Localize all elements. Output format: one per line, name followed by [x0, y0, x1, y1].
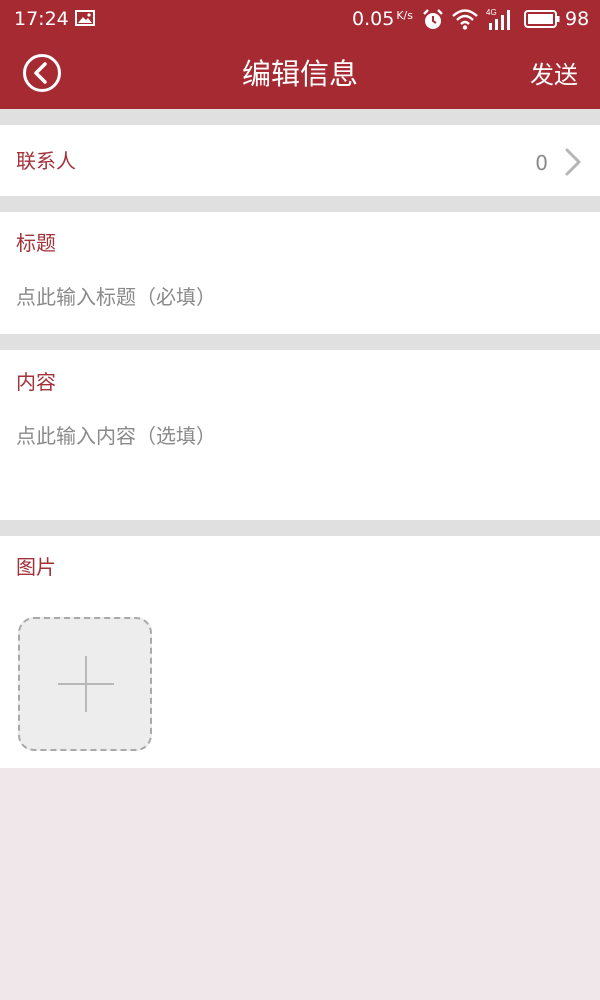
- chevron-right-icon: [565, 148, 581, 176]
- title-input[interactable]: 点此输入标题（必填）: [16, 284, 216, 310]
- content-input[interactable]: 点此输入内容（选填）: [16, 423, 216, 449]
- title-section: 标题 点此输入标题（必填）: [0, 212, 600, 334]
- battery-level: 98: [565, 8, 590, 30]
- alarm-icon: [423, 9, 443, 29]
- title-label: 标题: [16, 231, 56, 255]
- images-section: 图片: [0, 536, 600, 768]
- divider: [0, 109, 600, 125]
- app-header: 17:24 0.05 K/s 4G 98 编辑信息 发送: [0, 0, 600, 109]
- divider: [0, 520, 600, 536]
- contacts-count: 0: [535, 151, 548, 175]
- network-speed-unit: K/s: [396, 9, 413, 22]
- divider: [0, 334, 600, 350]
- battery-icon: [524, 10, 560, 28]
- wifi-icon: [452, 9, 478, 30]
- content-section: 内容 点此输入内容（选填）: [0, 350, 600, 520]
- images-label: 图片: [16, 555, 56, 579]
- network-speed: 0.05 K/s: [352, 8, 413, 30]
- image-icon: [75, 10, 95, 26]
- status-time: 17:24: [14, 8, 69, 30]
- network-speed-value: 0.05: [352, 8, 395, 30]
- content-label: 内容: [16, 370, 56, 394]
- plus-icon: [58, 656, 114, 712]
- contacts-label: 联系人: [16, 149, 76, 173]
- contacts-row[interactable]: 联系人 0: [0, 125, 600, 196]
- send-button[interactable]: 发送: [530, 60, 578, 90]
- divider: [0, 196, 600, 212]
- status-bar: 17:24 0.05 K/s 4G 98: [0, 0, 600, 38]
- add-image-button[interactable]: [18, 617, 152, 751]
- signal-4g-icon: 4G: [486, 8, 510, 30]
- page-title: 编辑信息: [241, 57, 358, 91]
- network-type: 4G: [486, 8, 497, 17]
